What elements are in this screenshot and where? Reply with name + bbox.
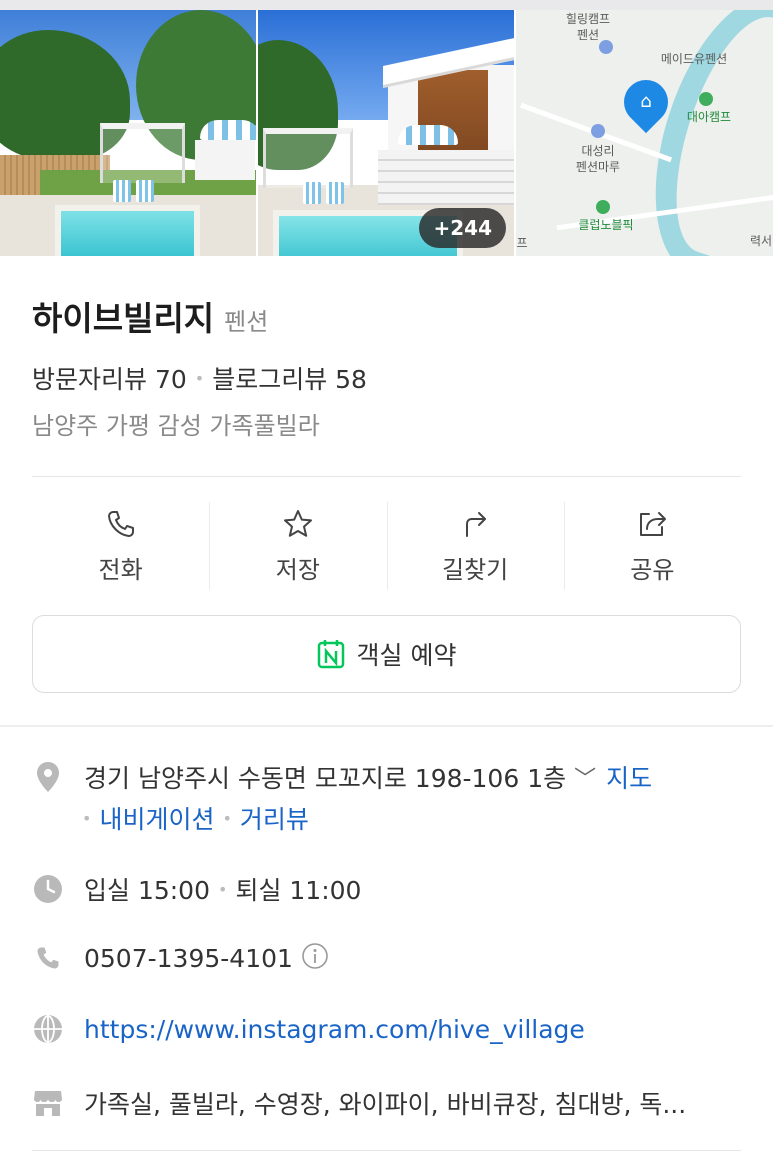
separator-dot: • [82, 808, 92, 828]
map-label: 펜션마루 [575, 160, 621, 174]
website-link[interactable]: https://www.instagram.com/hive_village [84, 1015, 585, 1044]
map-label: 펜션 [576, 28, 600, 42]
map-label: 클럽노블픽 [578, 218, 634, 232]
share-icon [640, 511, 667, 536]
save-label: 저장 [275, 555, 320, 584]
clock-icon [32, 873, 64, 905]
bed-icon: ⌂ [640, 91, 652, 112]
share-label: 공유 [630, 555, 675, 584]
map-thumbnail[interactable]: 힐링캠프 펜션 메이드유펜션 대아캠프 ⌂ 대성리 펜션마루 클럽노블픽 력서 … [516, 10, 773, 256]
chevron-down-icon[interactable]: ﹀ [574, 761, 596, 793]
review-summary: 방문자리뷰 70 • 블로그리뷰 58 [32, 360, 367, 396]
info-icon[interactable] [301, 942, 329, 974]
room-booking-button[interactable]: 객실 예약 [32, 615, 741, 693]
cabana [263, 128, 353, 188]
call-button[interactable]: 전화 [32, 500, 209, 592]
deck-chair [326, 182, 344, 204]
separator-dot: • [218, 879, 228, 899]
address-text[interactable]: 경기 남양주시 수동면 모꼬지로 198-106 1층 [84, 759, 566, 795]
pension-marker-icon [591, 124, 605, 138]
phone-number[interactable]: 0507-1395-4101 [84, 944, 293, 973]
map-label: 대성리 [581, 144, 615, 158]
deck-chair [113, 180, 131, 202]
store-icon [32, 1087, 64, 1119]
phone-icon [107, 510, 134, 537]
globe-icon [32, 1013, 64, 1045]
directions-button[interactable]: 길찾기 [386, 500, 564, 592]
place-title-row: 하이브빌리지 펜션 [32, 292, 269, 338]
call-label: 전화 [98, 555, 143, 584]
navigation-link[interactable]: 내비게이션 [99, 800, 214, 836]
cabana [100, 123, 185, 183]
pool-photo-2[interactable]: +244 [258, 10, 514, 256]
map-label: 력서 [749, 234, 773, 248]
streetview-link[interactable]: 거리뷰 [240, 800, 309, 836]
umbrella [398, 125, 458, 145]
phone-icon [32, 942, 64, 974]
divider [32, 1150, 741, 1151]
address-row: 경기 남양주시 수동면 모꼬지로 198-106 1층 ﹀ 지도 [32, 759, 652, 795]
visitor-reviews-link[interactable]: 방문자리뷰 70 [32, 360, 187, 396]
separator-dot: • [194, 368, 205, 388]
pension-marker-icon [599, 40, 613, 54]
section-divider [0, 725, 773, 727]
top-bar [0, 0, 773, 10]
map-label: 대아캠프 [686, 110, 732, 124]
deck-chair [136, 180, 154, 202]
save-button[interactable]: 저장 [209, 500, 386, 592]
map-label: 메이드유펜션 [660, 52, 728, 66]
checkin-time: 입실 15:00 [84, 876, 210, 905]
divider [32, 476, 741, 477]
action-bar: 전화 저장 길찾기 공유 [32, 500, 741, 592]
place-name: 하이브빌리지 [32, 299, 215, 338]
hours-row: 입실 15:00 • 퇴실 11:00 [32, 871, 361, 907]
photo-count-badge[interactable]: +244 [419, 208, 506, 248]
umbrella [200, 120, 256, 140]
place-description: 남양주 가평 감성 가족풀빌라 [32, 412, 320, 440]
wall [195, 140, 255, 180]
checkout-time: 퇴실 11:00 [235, 876, 362, 905]
website-row: https://www.instagram.com/hive_village [32, 1013, 585, 1045]
photo-gallery: +244 힐링캠프 펜션 메이드유펜션 대아캠프 ⌂ 대성리 펜션마루 클럽노블… [0, 10, 773, 256]
amenities-text[interactable]: 가족실, 풀빌라, 수영장, 와이파이, 바비큐장, 침대방, 독... [84, 1085, 686, 1121]
directions-icon [466, 511, 487, 537]
deck-chair [303, 182, 321, 204]
map-link[interactable]: 지도 [606, 759, 652, 795]
booking-label: 객실 예약 [356, 641, 457, 670]
phone-row: 0507-1395-4101 [32, 942, 329, 974]
swimming-pool [55, 205, 200, 256]
directions-label: 길찾기 [442, 555, 509, 584]
map-label: 힐링캠프 [565, 12, 611, 26]
stairs [378, 150, 514, 205]
pool-photo-1[interactable] [0, 10, 256, 256]
map-label: 프 [516, 236, 528, 250]
blog-reviews-link[interactable]: 블로그리뷰 58 [212, 360, 367, 396]
separator-dot: • [222, 808, 232, 828]
amenities-row: 가족실, 풀빌라, 수영장, 와이파이, 바비큐장, 침대방, 독... [32, 1085, 686, 1121]
naver-calendar-icon [317, 640, 344, 669]
camp-marker-icon [596, 200, 610, 214]
address-sub-links: • 내비게이션 • 거리뷰 [82, 800, 309, 836]
camp-marker-icon [699, 92, 713, 106]
place-category: 펜션 [224, 308, 269, 336]
share-button[interactable]: 공유 [563, 500, 741, 592]
star-icon [283, 509, 312, 537]
location-icon [32, 761, 64, 793]
